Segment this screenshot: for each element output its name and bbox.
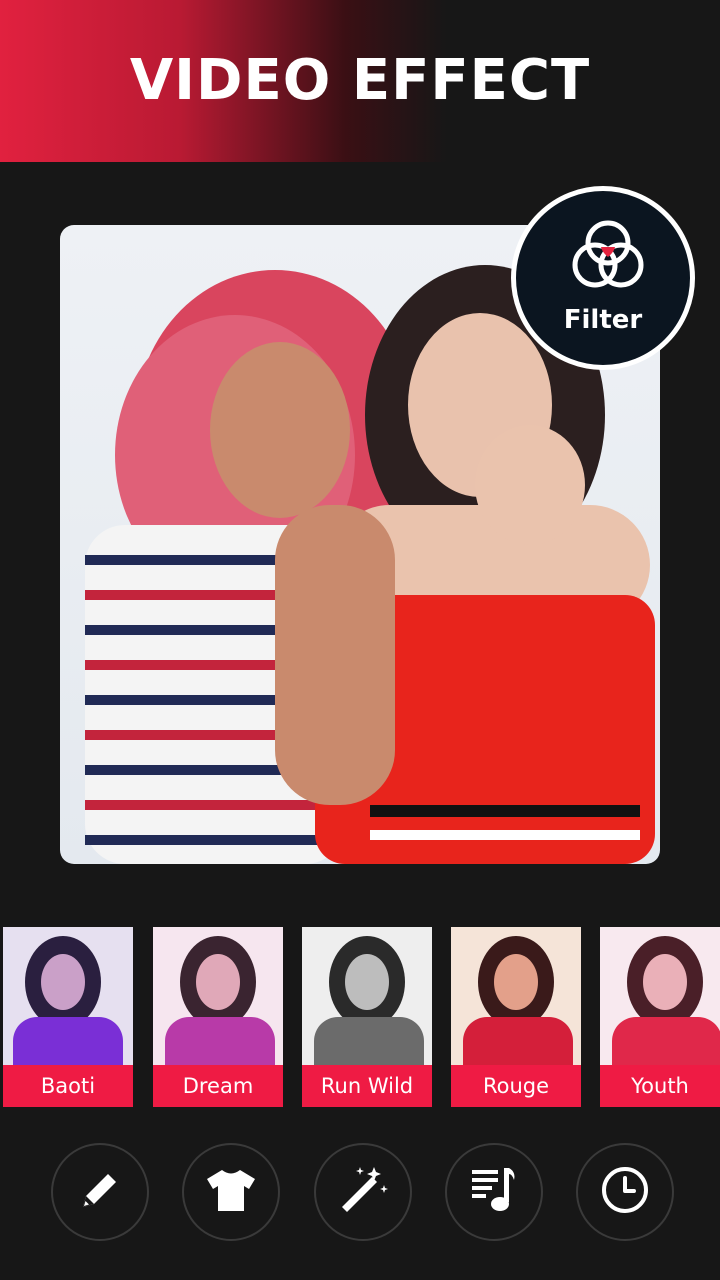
edit-button[interactable] bbox=[51, 1143, 149, 1241]
filter-label-youth: Youth bbox=[600, 1065, 720, 1107]
filter-badge[interactable]: Filter bbox=[511, 186, 695, 370]
filter-thumb-baoti[interactable]: Baoti bbox=[3, 927, 133, 1107]
tshirt-icon bbox=[205, 1167, 257, 1217]
history-button[interactable] bbox=[576, 1143, 674, 1241]
filter-thumb-dream[interactable]: Dream bbox=[153, 927, 283, 1107]
pencil-icon bbox=[75, 1165, 125, 1219]
header-banner: VIDEO EFFECT bbox=[0, 0, 720, 162]
filter-label-baoti: Baoti bbox=[3, 1065, 133, 1107]
filter-rings-icon bbox=[566, 215, 650, 303]
filter-label-dream: Dream bbox=[153, 1065, 283, 1107]
magic-button[interactable] bbox=[314, 1143, 412, 1241]
music-button[interactable] bbox=[445, 1143, 543, 1241]
filter-label-rouge: Rouge bbox=[451, 1065, 581, 1107]
filter-strip[interactable]: Baoti Dream Run Wild Rouge Youth bbox=[0, 927, 720, 1107]
page-title: VIDEO EFFECT bbox=[129, 48, 591, 113]
filter-label: Filter bbox=[563, 305, 643, 335]
filter-label-run-wild: Run Wild bbox=[302, 1065, 432, 1107]
filter-thumb-youth[interactable]: Youth bbox=[600, 927, 720, 1107]
bottom-toolbar bbox=[0, 1143, 720, 1243]
filter-thumb-rouge[interactable]: Rouge bbox=[451, 927, 581, 1107]
filter-thumb-run-wild[interactable]: Run Wild bbox=[302, 927, 432, 1107]
clock-icon bbox=[599, 1164, 651, 1220]
outfit-button[interactable] bbox=[182, 1143, 280, 1241]
magic-wand-icon bbox=[336, 1163, 390, 1221]
music-playlist-icon bbox=[468, 1164, 520, 1220]
